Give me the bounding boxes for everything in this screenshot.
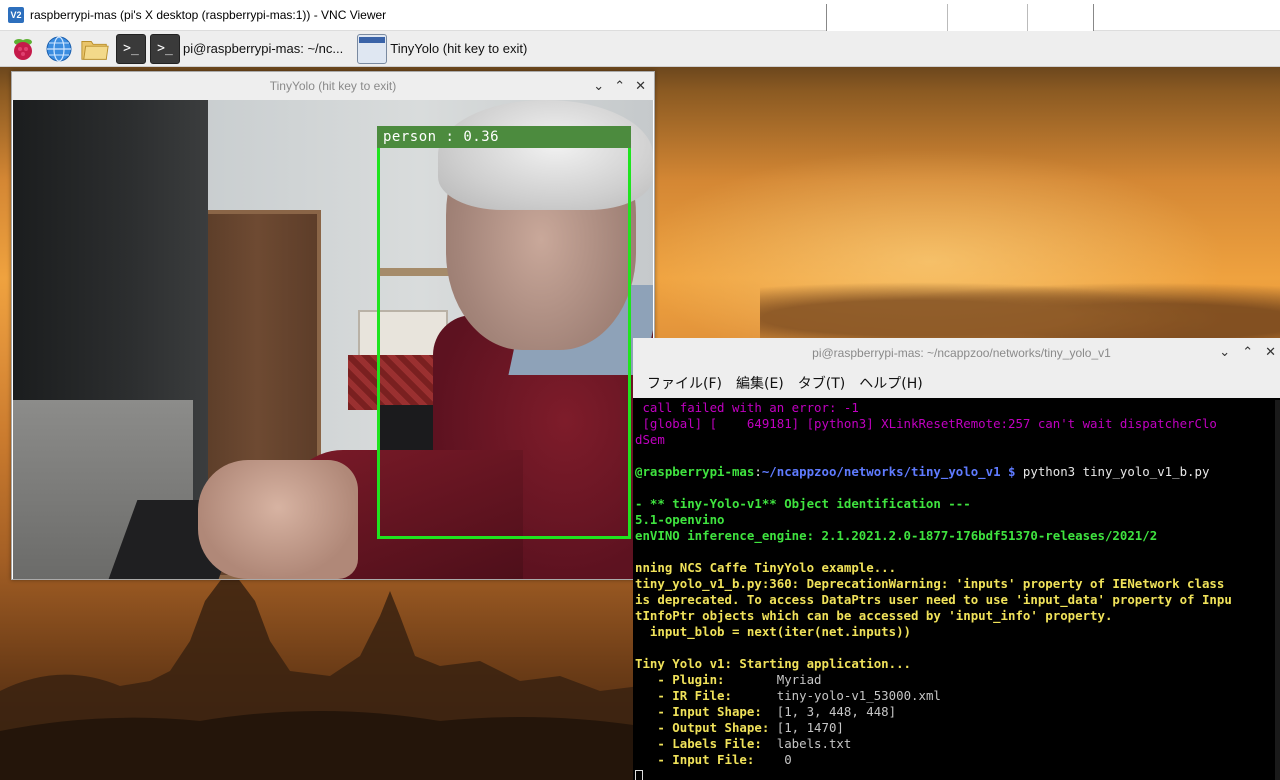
taskbar-task-terminal[interactable]: >_ pi@raspberrypi-mas: ~/nc... bbox=[150, 33, 353, 65]
camera-frame: person : 0.36 bbox=[13, 100, 653, 579]
terminal-text: ~/ncappzoo/networks/tiny_yolo_v1 $ bbox=[761, 464, 1016, 479]
terminal-text: enVINO inference_engine: 2.1.2021.2.0-18… bbox=[635, 528, 1158, 543]
terminal-text: [global] [ 649181] [python3] XLinkResetR… bbox=[635, 416, 1217, 431]
terminal-menubar: ファイル(F) 編集(E) タブ(T) ヘルプ(H) bbox=[633, 368, 1280, 398]
terminal-line: @raspberrypi-mas:~/ncappzoo/networks/tin… bbox=[635, 464, 1275, 480]
terminal-text: dSem bbox=[635, 432, 665, 447]
terminal-line: 5.1-openvino bbox=[635, 512, 1275, 528]
tinyyolo-titlebar[interactable]: TinyYolo (hit key to exit) ⌄ ⌃ ✕ bbox=[12, 72, 654, 100]
maximize-button[interactable]: ⌃ bbox=[1242, 345, 1253, 360]
terminal-line: enVINO inference_engine: 2.1.2021.2.0-18… bbox=[635, 528, 1275, 544]
wallpaper-clouds bbox=[760, 276, 1280, 346]
terminal-line: - Labels File: labels.txt bbox=[635, 736, 1275, 752]
terminal-scrollbar[interactable] bbox=[1275, 400, 1280, 780]
maximize-button[interactable]: ⌃ bbox=[614, 79, 625, 94]
minimize-button[interactable]: ⌄ bbox=[593, 79, 604, 94]
vnc-floating-toolbar[interactable] bbox=[826, 4, 1094, 34]
menu-tab[interactable]: タブ(T) bbox=[798, 373, 845, 393]
pagoda-silhouette bbox=[0, 571, 640, 780]
window-title: pi@raspberrypi-mas: ~/ncappzoo/networks/… bbox=[812, 346, 1111, 360]
terminal-icon[interactable]: >_ bbox=[116, 33, 146, 64]
tinyyolo-window[interactable]: TinyYolo (hit key to exit) ⌄ ⌃ ✕ person … bbox=[11, 71, 655, 580]
terminal-text: tiny_yolo_v1_b.py:360: DeprecationWarnin… bbox=[635, 576, 1225, 591]
terminal-line: call failed with an error: -1 bbox=[635, 400, 1275, 416]
taskbar-task-tinyyolo[interactable]: TinyYolo (hit key to exit) bbox=[357, 33, 537, 65]
terminal-text: [1, 1470] bbox=[776, 720, 844, 735]
terminal-text: tiny-yolo-v1_53000.xml bbox=[776, 688, 941, 703]
terminal-line: is deprecated. To access DataPtrs user n… bbox=[635, 592, 1275, 608]
terminal-text: 5.1-openvino bbox=[635, 512, 725, 527]
terminal-line: - Output Shape: [1, 1470] bbox=[635, 720, 1275, 736]
terminal-line: tInfoPtr objects which can be accessed b… bbox=[635, 608, 1275, 624]
terminal-text: tInfoPtr objects which can be accessed b… bbox=[635, 608, 1113, 623]
terminal-text: nning NCS Caffe TinyYolo example... bbox=[635, 560, 897, 575]
terminal-text: is deprecated. To access DataPtrs user n… bbox=[635, 592, 1232, 607]
web-browser-icon[interactable] bbox=[44, 34, 74, 64]
terminal-text: : bbox=[754, 464, 762, 479]
terminal-text: 0 bbox=[784, 752, 792, 767]
terminal-line: tiny_yolo_v1_b.py:360: DeprecationWarnin… bbox=[635, 576, 1275, 592]
terminal-text: Tiny Yolo v1: Starting application... bbox=[635, 656, 912, 671]
menu-file[interactable]: ファイル(F) bbox=[647, 373, 722, 393]
window-icon bbox=[357, 33, 388, 64]
terminal-text: call failed with an error: -1 bbox=[635, 400, 859, 415]
task-label: TinyYolo (hit key to exit) bbox=[390, 41, 528, 56]
terminal-text: - Labels File: bbox=[635, 736, 777, 751]
terminal-line: Tiny Yolo v1: Starting application... bbox=[635, 656, 1275, 672]
terminal-line: - Input File: 0 bbox=[635, 752, 1275, 768]
menu-help[interactable]: ヘルプ(H) bbox=[859, 373, 922, 393]
terminal-output[interactable]: call failed with an error: -1 [global] [… bbox=[633, 400, 1275, 780]
terminal-text: - Input Shape: bbox=[635, 704, 777, 719]
terminal-line: nning NCS Caffe TinyYolo example... bbox=[635, 560, 1275, 576]
terminal-text: - Output Shape: bbox=[635, 720, 777, 735]
lxde-taskbar: >_ >_ pi@raspberrypi-mas: ~/nc... TinyYo… bbox=[0, 31, 1280, 67]
terminal-line: [global] [ 649181] [python3] XLinkResetR… bbox=[635, 416, 1275, 432]
vnc-viewer-icon: V2 bbox=[8, 7, 24, 23]
window-title: TinyYolo (hit key to exit) bbox=[269, 79, 397, 93]
terminal-line: - Input Shape: [1, 3, 448, 448] bbox=[635, 704, 1275, 720]
terminal-line: dSem bbox=[635, 432, 1275, 448]
terminal-text: labels.txt bbox=[776, 736, 852, 751]
terminal-text: Myriad bbox=[776, 672, 822, 687]
close-button[interactable]: ✕ bbox=[1265, 345, 1276, 360]
terminal-text: - Input File: bbox=[635, 752, 785, 767]
terminal-text: @raspberrypi-mas bbox=[635, 464, 755, 479]
terminal-text: python3 tiny_yolo_v1_b.py bbox=[1015, 464, 1210, 479]
vnc-window-title: raspberrypi-mas (pi's X desktop (raspber… bbox=[30, 8, 387, 22]
raspberry-pi-menu-icon[interactable] bbox=[8, 34, 38, 64]
detection-label: person : 0.36 bbox=[377, 126, 631, 148]
terminal-line: input_blob = next(iter(net.inputs)) bbox=[635, 624, 1275, 640]
task-label: pi@raspberrypi-mas: ~/nc... bbox=[183, 41, 344, 56]
terminal-line bbox=[635, 768, 1275, 780]
terminal-icon: >_ bbox=[150, 33, 180, 64]
close-button[interactable]: ✕ bbox=[635, 79, 646, 94]
terminal-text: - ** tiny-Yolo-v1** Object identificatio… bbox=[635, 496, 971, 511]
terminal-text: [1, 3, 448, 448] bbox=[776, 704, 897, 719]
terminal-titlebar[interactable]: pi@raspberrypi-mas: ~/ncappzoo/networks/… bbox=[633, 338, 1280, 368]
person-hands bbox=[198, 460, 358, 579]
terminal-window[interactable]: pi@raspberrypi-mas: ~/ncappzoo/networks/… bbox=[633, 338, 1280, 780]
terminal-text: input_blob = next(iter(net.inputs)) bbox=[635, 624, 912, 639]
terminal-text: - IR File: bbox=[635, 688, 777, 703]
terminal-cursor bbox=[635, 769, 643, 780]
terminal-text: - Plugin: bbox=[635, 672, 777, 687]
terminal-line: - Plugin: Myriad bbox=[635, 672, 1275, 688]
minimize-button[interactable]: ⌄ bbox=[1219, 345, 1230, 360]
terminal-line: - ** tiny-Yolo-v1** Object identificatio… bbox=[635, 496, 1275, 512]
file-manager-icon[interactable] bbox=[80, 34, 110, 64]
detection-bounding-box bbox=[377, 126, 631, 539]
terminal-line: - IR File: tiny-yolo-v1_53000.xml bbox=[635, 688, 1275, 704]
menu-edit[interactable]: 編集(E) bbox=[736, 373, 784, 393]
